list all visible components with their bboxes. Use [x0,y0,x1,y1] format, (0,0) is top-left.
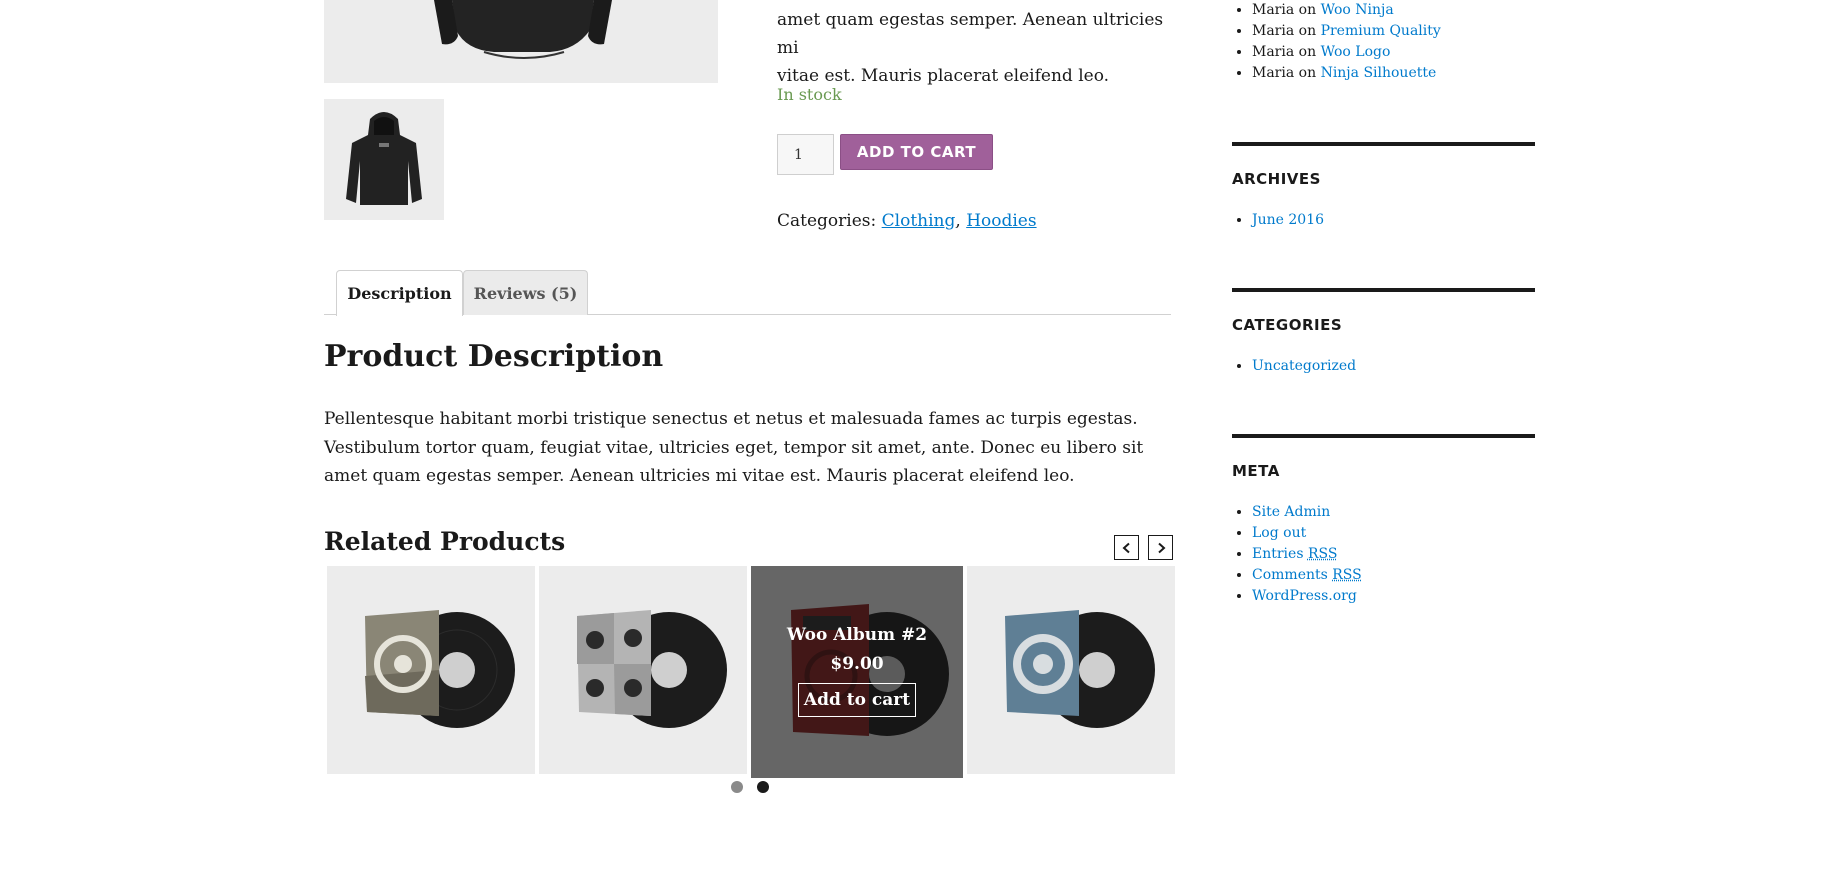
related-product-card[interactable] [327,566,535,774]
meta-link-comments-rss[interactable]: Comments RSS [1252,567,1362,583]
recent-comment-item: Maria on Ninja Silhouette [1252,63,1441,84]
summary-line: amet quam egestas semper. Aenean ultrici… [777,10,1164,58]
related-product-card[interactable] [967,566,1175,774]
comment-post-link[interactable]: Premium Quality [1321,23,1441,39]
comment-author: Maria [1252,44,1295,60]
meta-item: WordPress.org [1252,586,1362,607]
description-body: Pellentesque habitant morbi tristique se… [324,409,1144,486]
categories-title: CATEGORIES [1232,316,1343,334]
archive-link[interactable]: June 2016 [1252,212,1324,228]
related-product-card[interactable] [539,566,747,774]
product-add-to-cart-button[interactable]: Add to cart [797,683,917,717]
meta-item: Comments RSS [1252,565,1362,586]
rss-abbr: RSS [1332,567,1362,583]
related-product-card-hovered[interactable]: Woo Album #2 $9.00 Add to cart [751,566,963,778]
meta-item: Entries RSS [1252,544,1362,565]
categories-label: Categories: [777,211,877,231]
meta-link-text: Comments [1252,567,1333,583]
comment-author: Maria [1252,23,1295,39]
comment-on: on [1298,23,1317,39]
product-name[interactable]: Woo Album #2 [787,625,927,645]
meta-link-text: Log out [1252,525,1307,541]
archives-title: ARCHIVES [1232,170,1321,188]
carousel-prev-button[interactable] [1114,535,1139,560]
meta-link-entries-rss[interactable]: Entries RSS [1252,546,1337,562]
recent-comment-item: Maria on Premium Quality [1252,21,1441,42]
comment-author: Maria [1252,65,1295,81]
chevron-right-icon [1157,542,1165,553]
meta-link-wordpress-org[interactable]: WordPress.org [1252,588,1357,604]
meta-link-text: Site Admin [1252,504,1331,520]
product-price: $9.00 [830,654,884,674]
chevron-left-icon [1122,542,1130,553]
related-products-heading: Related Products [324,527,566,556]
recent-comments-widget: Maria on Woo Ninja Maria on Premium Qual… [1236,0,1441,84]
widget-divider [1232,142,1535,146]
category-link[interactable]: Uncategorized [1252,358,1356,374]
meta-link-log-out[interactable]: Log out [1252,525,1306,541]
quantity-input[interactable] [777,134,834,175]
comment-author: Maria [1252,2,1295,18]
carousel-next-button[interactable] [1148,535,1173,560]
rss-abbr: RSS [1307,546,1338,562]
widget-divider [1232,288,1535,292]
meta-item: Site Admin [1252,502,1362,523]
carousel-dot-page-1[interactable] [731,781,743,793]
stock-status: In stock [777,85,842,104]
category-item: Uncategorized [1252,356,1356,377]
meta-item: Log out [1252,523,1362,544]
archive-item: June 2016 [1252,210,1324,231]
product-short-description: amet quam egestas semper. Aenean ultrici… [777,6,1187,90]
product-main-image[interactable] [324,0,718,83]
category-link-clothing[interactable]: Clothing [882,211,956,231]
recent-comment-item: Maria on Woo Ninja [1252,0,1441,21]
product-categories: Categories: Clothing, Hoodies [777,211,1037,231]
category-link-hoodies[interactable]: Hoodies [966,211,1036,231]
meta-widget: Site Admin Log out Entries RSS Comments … [1236,502,1362,607]
comment-post-link[interactable]: Ninja Silhouette [1321,65,1437,81]
tab-description[interactable]: Description [336,270,463,316]
meta-link-text: Entries [1252,546,1308,562]
add-to-cart-button[interactable]: ADD TO CART [840,134,993,170]
comment-on: on [1298,2,1317,18]
meta-link-text: WordPress.org [1252,588,1357,604]
widget-divider [1232,434,1535,438]
comment-on: on [1298,44,1317,60]
album-cover-image [539,566,747,774]
categories-widget: Uncategorized [1236,356,1356,377]
meta-link-site-admin[interactable]: Site Admin [1252,504,1330,520]
recent-comment-item: Maria on Woo Logo [1252,42,1441,63]
description-heading: Product Description [324,339,664,374]
tab-reviews[interactable]: Reviews (5) [463,270,588,315]
comment-post-link[interactable]: Woo Ninja [1321,2,1394,18]
comment-on: on [1298,65,1317,81]
product-thumbnail[interactable] [324,99,444,220]
carousel-dot-page-2[interactable] [757,781,769,793]
comment-post-link[interactable]: Woo Logo [1321,44,1391,60]
archives-widget: June 2016 [1236,210,1324,231]
category-separator: , [955,211,967,231]
album-cover-image [967,566,1175,774]
product-hover-overlay: Woo Album #2 $9.00 Add to cart [751,566,963,778]
album-cover-image [327,566,535,774]
meta-title: META [1232,462,1280,480]
